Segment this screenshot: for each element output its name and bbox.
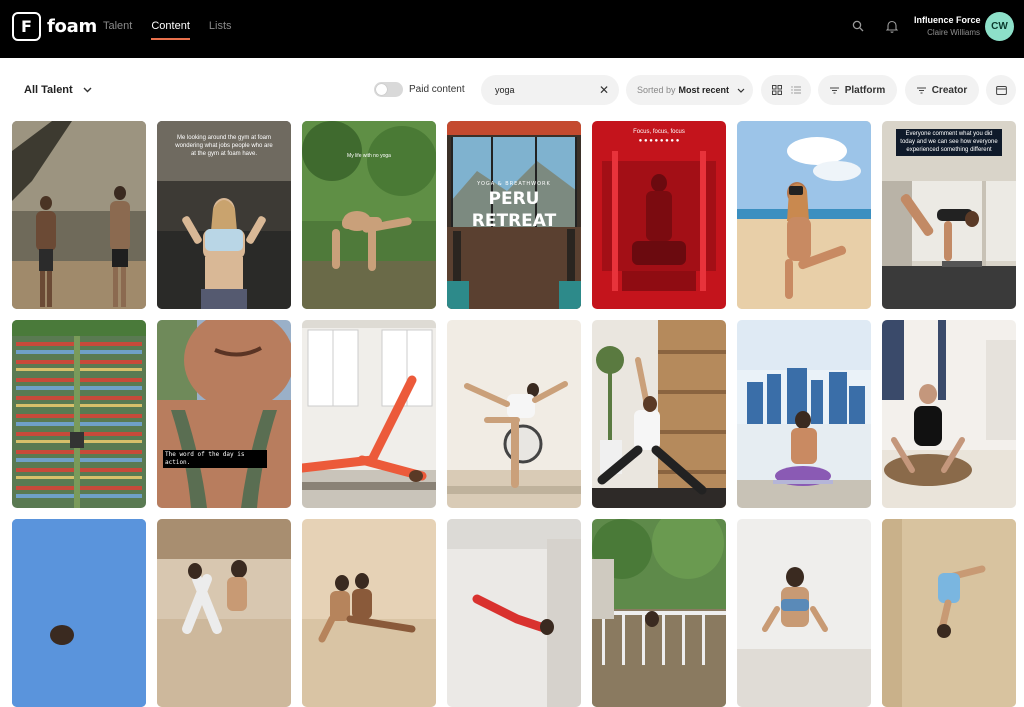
content-thumbnail	[737, 121, 871, 309]
content-card[interactable]	[447, 519, 581, 707]
content-toolbar: All Talent Paid content ✕ Sorted by Most…	[0, 58, 1024, 120]
talent-dropdown[interactable]: All Talent	[24, 84, 92, 96]
avatar[interactable]: CW	[985, 12, 1014, 41]
content-thumbnail	[447, 519, 581, 707]
content-card[interactable]: Me looking around the gym at foam wonder…	[157, 121, 291, 309]
nav-tab-talent[interactable]: Talent	[103, 20, 132, 40]
content-thumbnail	[737, 519, 871, 707]
content-card[interactable]	[12, 121, 146, 309]
logo-mark: F	[12, 12, 41, 41]
post-caption: Me looking around the gym at foam wonder…	[175, 135, 273, 157]
content-thumbnail	[882, 519, 1016, 707]
view-toggle	[761, 75, 811, 105]
grid-view-icon[interactable]	[771, 85, 782, 95]
emoji-row: ● ● ● ● ● ● ● ●	[638, 138, 680, 144]
content-thumbnail	[157, 320, 291, 508]
main-nav: Talent Content Lists	[103, 20, 251, 40]
content-card[interactable]	[592, 519, 726, 707]
sort-dropdown[interactable]: Sorted by Most recent	[626, 75, 753, 105]
content-thumbnail	[737, 320, 871, 508]
user-subtitle: Claire Williams	[927, 28, 980, 37]
foam-logo[interactable]: F foam	[12, 12, 97, 41]
list-view-icon[interactable]	[790, 85, 801, 95]
creator-filter-label: Creator	[931, 84, 968, 96]
nav-tab-content[interactable]: Content	[151, 20, 190, 40]
post-caption: Everyone comment what you did today and …	[896, 129, 1002, 157]
retreat-title-line-1: PERU	[488, 189, 540, 209]
content-card[interactable]	[737, 320, 871, 508]
paid-content-toggle[interactable]: Paid content	[374, 82, 465, 97]
platform-filter-button[interactable]: Platform	[818, 75, 897, 105]
content-thumbnail	[12, 121, 146, 309]
content-card[interactable]	[12, 320, 146, 508]
content-grid: Me looking around the gym at foam wonder…	[12, 121, 1016, 707]
content-card[interactable]	[592, 320, 726, 508]
content-thumbnail	[302, 519, 436, 707]
search-input[interactable]	[495, 85, 595, 95]
content-thumbnail	[157, 519, 291, 707]
calendar-icon	[995, 86, 1007, 95]
post-caption: Focus, focus, focus	[633, 129, 685, 135]
logo-text: foam	[47, 16, 97, 37]
content-thumbnail	[302, 121, 436, 309]
toggle-switch[interactable]	[374, 82, 403, 97]
content-card[interactable]	[302, 519, 436, 707]
top-navigation-bar: F foam Talent Content Lists Influence Fo…	[0, 0, 1024, 58]
chevron-down-icon	[737, 88, 745, 93]
content-card[interactable]: Everyone comment what you did today and …	[882, 121, 1016, 309]
paid-content-label: Paid content	[409, 84, 465, 95]
content-thumbnail	[592, 121, 726, 309]
content-card[interactable]: The word of the day is action.	[157, 320, 291, 508]
platform-filter-label: Platform	[844, 84, 886, 96]
talent-dropdown-label: All Talent	[24, 84, 73, 96]
clear-icon[interactable]: ✕	[599, 83, 609, 97]
retreat-title-line-2: RETREAT	[471, 211, 557, 231]
sort-prefix: Sorted by	[637, 85, 676, 95]
date-range-button[interactable]	[986, 75, 1016, 105]
content-thumbnail	[12, 519, 146, 707]
creator-filter-button[interactable]: Creator	[905, 75, 979, 105]
filter-icon	[916, 87, 926, 93]
search-field[interactable]: ✕	[481, 75, 619, 105]
retreat-subtitle: YOGA & BREATHWORK	[477, 181, 551, 187]
content-thumbnail	[12, 320, 146, 508]
content-card[interactable]	[882, 320, 1016, 508]
post-caption: The word of the day is action.	[163, 450, 267, 468]
content-card[interactable]	[737, 519, 871, 707]
content-thumbnail	[302, 320, 436, 508]
content-thumbnail	[592, 320, 726, 508]
sort-value: Most recent	[678, 85, 730, 95]
top-icons	[850, 18, 900, 34]
content-card[interactable]	[447, 320, 581, 508]
content-thumbnail	[592, 519, 726, 707]
user-info[interactable]: Influence Force Claire Williams	[914, 15, 981, 37]
filter-icon	[829, 87, 839, 93]
content-thumbnail	[447, 320, 581, 508]
content-card[interactable]	[882, 519, 1016, 707]
content-card[interactable]	[737, 121, 871, 309]
post-caption: My life with no yoga	[347, 153, 391, 159]
search-icon[interactable]	[850, 18, 866, 34]
user-name: Influence Force	[914, 15, 981, 25]
chevron-down-icon	[83, 87, 92, 93]
content-card[interactable]: My life with no yoga	[302, 121, 436, 309]
content-thumbnail	[882, 320, 1016, 508]
content-card[interactable]: Focus, focus, focus ● ● ● ● ● ● ● ●	[592, 121, 726, 309]
content-card[interactable]	[12, 519, 146, 707]
content-card[interactable]: YOGA & BREATHWORK PERU RETREAT	[447, 121, 581, 309]
bell-icon[interactable]	[884, 18, 900, 34]
toggle-knob	[376, 84, 387, 95]
content-card[interactable]	[157, 519, 291, 707]
content-card[interactable]	[302, 320, 436, 508]
nav-tab-lists[interactable]: Lists	[209, 20, 232, 40]
